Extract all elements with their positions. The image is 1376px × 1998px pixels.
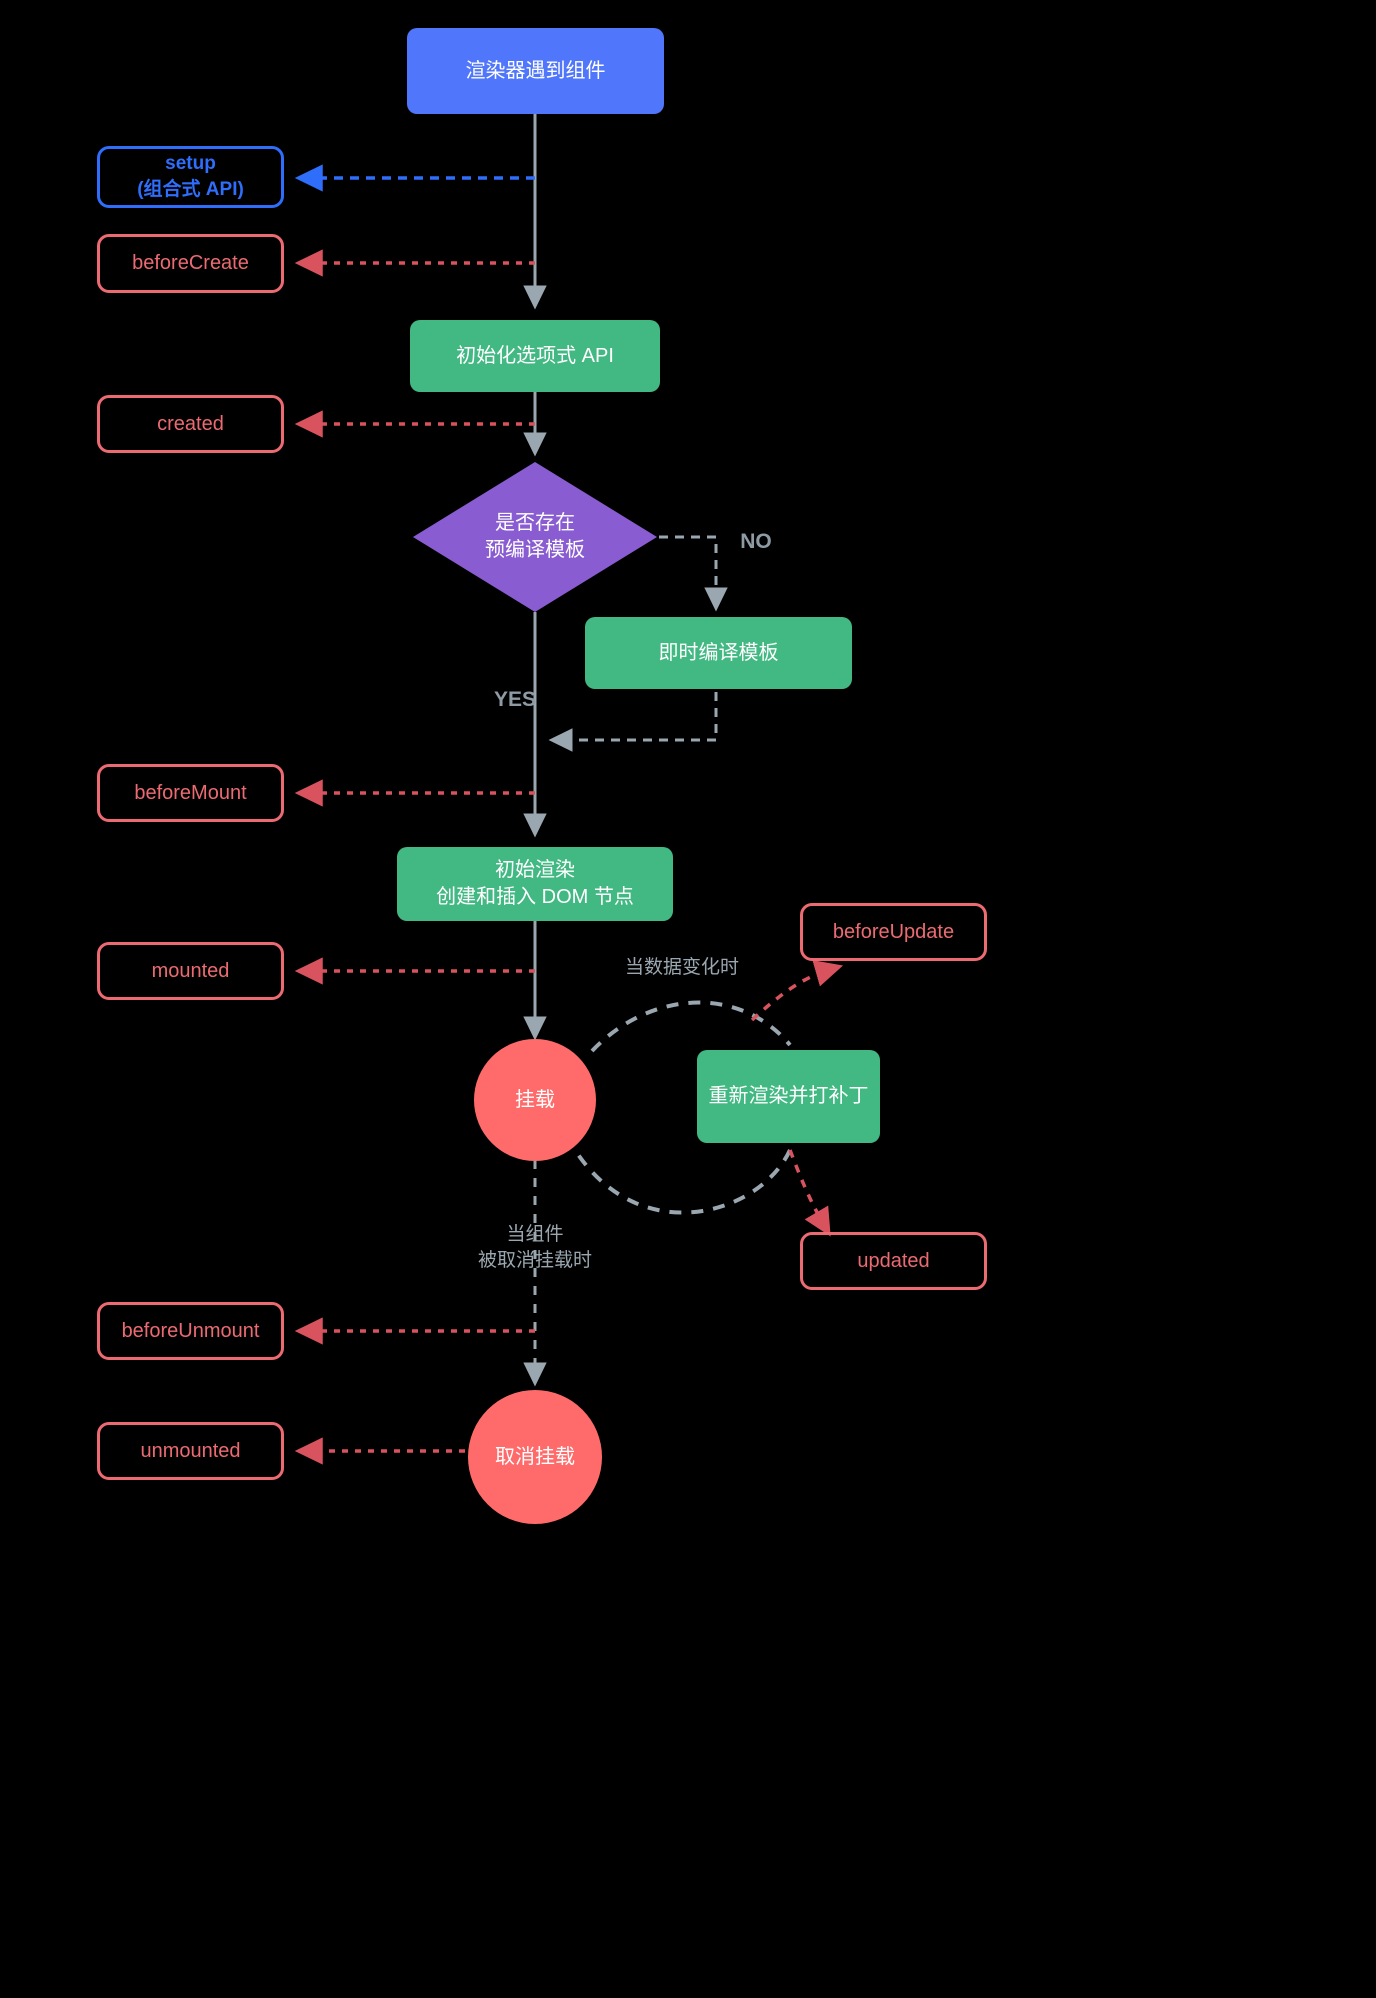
- node-initial-render: 初始渲染 创建和插入 DOM 节点: [397, 847, 673, 921]
- node-beforeunmount-hook: beforeUnmount: [97, 1302, 284, 1360]
- node-mounted-hook: mounted: [97, 942, 284, 1000]
- decision-text: 是否存在 预编译模板: [413, 462, 657, 612]
- edge-label-yes: YES: [493, 688, 536, 711]
- edge-label-on-unmount-line1: 当组件: [506, 1224, 564, 1245]
- node-beforeupdate-hook: beforeUpdate: [800, 903, 987, 961]
- decision-label-line2: 预编译模板: [485, 539, 585, 561]
- edge-decision-no-to-compile: [659, 535, 728, 612]
- node-created-hook: created: [97, 395, 284, 453]
- node-unmounted-state: 取消挂载: [468, 1390, 602, 1524]
- mounted-label: mounted: [151, 959, 230, 982]
- node-unmounted-hook: unmounted: [97, 1422, 284, 1480]
- updated-label: updated: [857, 1249, 930, 1272]
- rerender-label: 重新渲染并打补丁: [708, 1085, 869, 1107]
- beforecreate-label: beforeCreate: [132, 252, 249, 274]
- node-updated-hook: updated: [800, 1232, 987, 1290]
- decision-label-line1: 是否存在: [495, 512, 575, 534]
- edge-compile-back-to-main: [548, 692, 718, 752]
- init-options-label: 初始化选项式 API: [456, 344, 614, 367]
- node-renderer-encounters-component: 渲染器遇到组件: [407, 28, 664, 114]
- edge-mounted-to-rerender: [590, 1000, 792, 1053]
- node-beforecreate-hook: beforeCreate: [97, 234, 284, 293]
- setup-label-line2: (组合式 API): [137, 179, 244, 200]
- edge-label-on-unmount-line2: 被取消挂载时: [477, 1249, 592, 1271]
- mounted-state-label: 挂载: [515, 1088, 555, 1111]
- node-rerender-and-patch: 重新渲染并打补丁: [697, 1050, 880, 1143]
- node-init-options-api: 初始化选项式 API: [410, 320, 660, 392]
- setup-label-line1: setup: [165, 153, 216, 175]
- node-beforemount-hook: beforeMount: [97, 764, 284, 822]
- created-label: created: [157, 412, 224, 435]
- node-mounted-state: 挂载: [474, 1039, 596, 1161]
- unmounted-label: unmounted: [140, 1439, 241, 1462]
- lifecycle-diagram: 渲染器遇到组件 setup (组合式 API) beforeCreate 初始化…: [0, 0, 1376, 1998]
- edge-hook-updated: [788, 1149, 831, 1237]
- node-setup-hook: setup (组合式 API): [97, 146, 284, 208]
- edge-label-no: NO: [740, 530, 772, 553]
- edge-rerender-back-to-mounted: [573, 1148, 792, 1215]
- unmounted-state-label: 取消挂载: [495, 1445, 575, 1468]
- renderer-label: 渲染器遇到组件: [465, 59, 606, 82]
- node-runtime-compile-template: 即时编译模板: [585, 617, 852, 689]
- initial-render-line1: 初始渲染: [495, 859, 575, 881]
- edge-hook-beforeupdate: [750, 960, 844, 1022]
- beforemount-label: beforeMount: [134, 781, 247, 804]
- edge-label-on-unmount: 当组件 被取消挂载时: [464, 1222, 606, 1273]
- node-decision-precompiled-template: 是否存在 预编译模板: [413, 462, 657, 612]
- beforeunmount-label: beforeUnmount: [121, 1319, 260, 1342]
- initial-render-line2: 创建和插入 DOM 节点: [436, 886, 634, 908]
- edge-label-on-data-change: 当数据变化时: [624, 957, 739, 978]
- compile-label: 即时编译模板: [658, 641, 779, 664]
- beforeupdate-label: beforeUpdate: [832, 920, 955, 943]
